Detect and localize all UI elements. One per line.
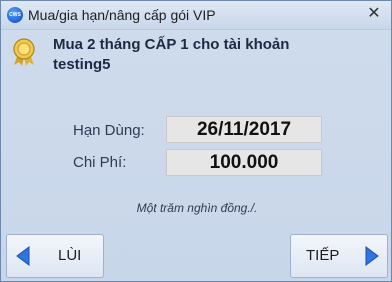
app-logo-icon: CWS (7, 7, 23, 23)
purchase-account: testing5 (53, 56, 111, 73)
cost-value: 100.000 (166, 149, 322, 176)
close-icon[interactable]: ✕ (365, 5, 383, 23)
purchase-description: Mua 2 tháng CẤP 1 cho tài khoản testing5 (53, 35, 373, 75)
cost-in-words: Một trăm nghìn đồng./. (136, 201, 258, 215)
title-bar: CWS Mua/gia hạn/nâng cấp gói VIP ✕ (1, 1, 391, 30)
back-button-label: LÙI (58, 247, 82, 264)
next-button-label: TIẾP (306, 247, 340, 264)
purchase-line-1: Mua 2 tháng CẤP 1 cho tài khoản (53, 36, 290, 53)
triangle-left-icon (16, 246, 30, 266)
expiry-value: 26/11/2017 (166, 116, 322, 143)
triangle-right-icon (365, 246, 379, 266)
cost-label: Chi Phí: (73, 154, 127, 171)
window-title: Mua/gia hạn/nâng cấp gói VIP (28, 7, 216, 23)
next-button[interactable]: TIẾP (290, 234, 388, 278)
back-button[interactable]: LÙI (6, 234, 104, 278)
award-ribbon-icon (13, 38, 35, 66)
vip-dialog: CWS Mua/gia hạn/nâng cấp gói VIP ✕ Mua 2… (0, 0, 392, 282)
expiry-label: Hạn Dùng: (73, 122, 145, 139)
